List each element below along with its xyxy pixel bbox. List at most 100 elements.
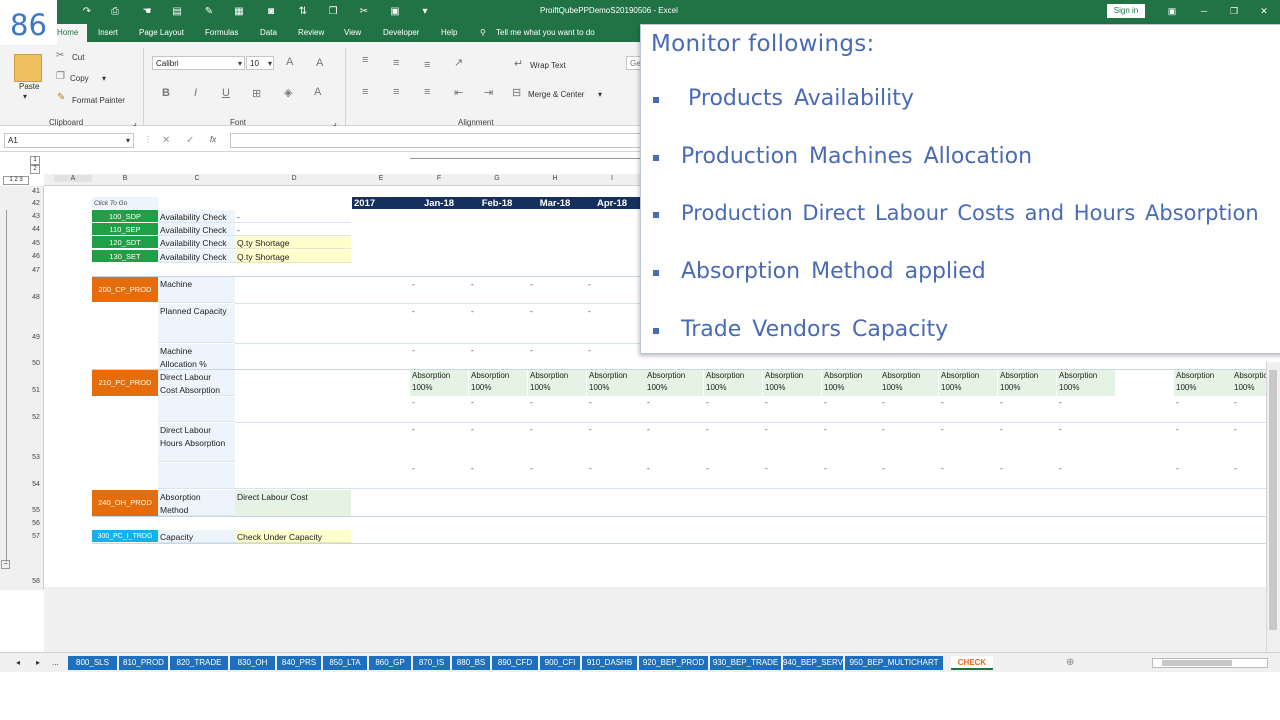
tab-review[interactable]: Review <box>298 28 324 37</box>
copy-button[interactable]: Copy <box>70 74 89 83</box>
row-header[interactable]: 48 <box>28 294 44 301</box>
camera-icon[interactable]: ◙ <box>264 5 278 19</box>
row-header[interactable]: 53 <box>28 454 44 461</box>
paste-icon[interactable] <box>14 54 42 82</box>
merge-center-icon[interactable]: ⊟ <box>512 86 521 99</box>
document-icon[interactable]: ▦ <box>232 5 246 19</box>
row-header[interactable]: 44 <box>28 226 44 233</box>
row-header[interactable]: 52 <box>28 414 44 421</box>
goto-240-oh-prod-button[interactable]: 240_OH_PROD <box>92 490 158 516</box>
merge-center-button[interactable]: Merge & Center <box>528 90 584 99</box>
row-header[interactable]: 43 <box>28 213 44 220</box>
sheet-tab-930-bep-trade[interactable]: 930_BEP_TRADE <box>710 656 781 670</box>
font-color-icon[interactable]: A <box>314 86 321 98</box>
close-icon[interactable]: ✕ <box>1256 4 1272 18</box>
more-sheets-button[interactable]: ... <box>52 658 59 667</box>
insert-function-button[interactable]: fx <box>210 135 216 144</box>
decrease-indent-icon[interactable]: ⇤ <box>454 86 463 99</box>
shrink-font-icon[interactable]: A <box>316 57 323 69</box>
row-header[interactable]: 46 <box>28 253 44 260</box>
cut-button[interactable]: Cut <box>72 53 84 62</box>
clipboard-icon[interactable]: ▣ <box>388 5 402 19</box>
row-header[interactable]: 51 <box>28 387 44 394</box>
row-header[interactable]: 54 <box>28 481 44 488</box>
ribbon-display-icon[interactable]: ▣ <box>1164 4 1180 18</box>
qat-more-icon[interactable]: ▾ <box>418 5 432 19</box>
align-left-icon[interactable]: ≡ <box>362 86 368 98</box>
touch-mode-icon[interactable]: ☚ <box>140 5 154 19</box>
sheet-tab-810-prod[interactable]: 810_PROD <box>119 656 168 670</box>
sort-icon[interactable]: ⇅ <box>296 5 310 19</box>
copy-dropdown-icon[interactable]: ▾ <box>102 74 106 83</box>
outline-level-1[interactable]: 1 <box>30 156 40 165</box>
font-launcher-icon[interactable]: ⌟ <box>333 118 337 127</box>
align-middle-icon[interactable]: ≡ <box>393 57 399 69</box>
column-header[interactable]: D <box>236 175 352 182</box>
copy-icon[interactable]: ❐ <box>326 5 340 19</box>
sheet-tab-900-cfi[interactable]: 900_CFI <box>540 656 580 670</box>
merge-dropdown-icon[interactable]: ▾ <box>598 90 602 99</box>
goto-110-sep-button[interactable]: 110_SEP <box>92 223 158 235</box>
confirm-entry-icon[interactable]: ✓ <box>186 135 194 146</box>
goto-130-set-button[interactable]: 130_SET <box>92 250 158 262</box>
goto-100-sdp-button[interactable]: 100_SDP <box>92 210 158 222</box>
clipboard-launcher-icon[interactable]: ⌟ <box>133 118 137 127</box>
restore-icon[interactable]: ❐ <box>1226 4 1242 18</box>
row-header[interactable]: 45 <box>28 240 44 247</box>
sheet-tab-870-is[interactable]: 870_IS <box>413 656 450 670</box>
row-header[interactable]: 42 <box>28 200 44 207</box>
tab-insert[interactable]: Insert <box>98 28 118 37</box>
bold-icon[interactable]: B <box>162 87 170 99</box>
font-name-select[interactable]: Calibri <box>152 56 245 70</box>
row-header[interactable]: 41 <box>28 188 44 195</box>
italic-icon[interactable]: I <box>194 87 197 99</box>
font-size-dropdown-icon[interactable]: ▾ <box>268 59 272 68</box>
tab-view[interactable]: View <box>344 28 361 37</box>
outline-row-levels[interactable]: 1 2 3 <box>3 176 29 185</box>
prev-sheet-icon[interactable]: ◂ <box>16 658 20 667</box>
scissors-icon[interactable]: ✂ <box>357 5 371 19</box>
sheet-tab-800-sls[interactable]: 800_SLS <box>68 656 117 670</box>
add-sheet-icon[interactable]: ⊕ <box>1066 657 1074 668</box>
font-name-dropdown-icon[interactable]: ▾ <box>238 59 242 68</box>
column-header[interactable]: I <box>584 175 640 182</box>
column-header[interactable]: B <box>92 175 158 182</box>
increase-indent-icon[interactable]: ⇥ <box>484 86 493 99</box>
row-header[interactable]: 56 <box>28 520 44 527</box>
column-header[interactable]: G <box>468 175 526 182</box>
column-header[interactable]: H <box>526 175 584 182</box>
outline-level-2[interactable]: 2 <box>30 165 40 174</box>
sheet-tab-890-cfd[interactable]: 890_CFD <box>492 656 538 670</box>
vertical-scroll-thumb[interactable] <box>1269 370 1277 630</box>
redo-icon[interactable]: ↷ <box>80 5 94 19</box>
copy-icon[interactable]: ❐ <box>56 71 65 82</box>
sheet-tab-880-bs[interactable]: 880_BS <box>452 656 490 670</box>
sheet-tab-850-lta[interactable]: 850_LTA <box>323 656 367 670</box>
tab-help[interactable]: Help <box>441 28 457 37</box>
borders-icon[interactable]: ⊞ <box>252 87 261 100</box>
tab-developer[interactable]: Developer <box>383 28 419 37</box>
cancel-entry-icon[interactable]: ✕ <box>162 135 170 146</box>
row-header[interactable]: 49 <box>28 334 44 341</box>
format-painter-icon[interactable]: ✎ <box>57 92 65 103</box>
row-header[interactable]: 50 <box>28 360 44 367</box>
orientation-icon[interactable]: ↗ <box>454 56 463 69</box>
minimize-icon[interactable]: ─ <box>1196 4 1212 18</box>
grow-font-icon[interactable]: A <box>286 56 293 68</box>
name-box[interactable]: A1 <box>4 133 134 148</box>
sign-in-button[interactable]: Sign in <box>1107 4 1145 18</box>
sheet-tab-940-bep-serv[interactable]: 940_BEP_SERV <box>783 656 843 670</box>
brush-icon[interactable]: ✎ <box>202 5 216 19</box>
wrap-text-button[interactable]: Wrap Text <box>530 61 566 70</box>
align-top-icon[interactable]: ≡ <box>362 54 368 66</box>
collapse-group-button[interactable]: − <box>1 560 10 569</box>
sheet-tab-860-gp[interactable]: 860_GP <box>369 656 411 670</box>
print-preview-icon[interactable]: ⎙ <box>108 5 122 19</box>
align-bottom-icon[interactable]: ≡ <box>424 59 430 71</box>
name-box-dropdown-icon[interactable]: ▾ <box>126 136 130 145</box>
underline-icon[interactable]: U <box>222 87 230 99</box>
column-header[interactable]: F <box>410 175 468 182</box>
next-sheet-icon[interactable]: ▸ <box>36 658 40 667</box>
tab-data[interactable]: Data <box>260 28 277 37</box>
cut-icon[interactable]: ✂ <box>56 50 64 61</box>
